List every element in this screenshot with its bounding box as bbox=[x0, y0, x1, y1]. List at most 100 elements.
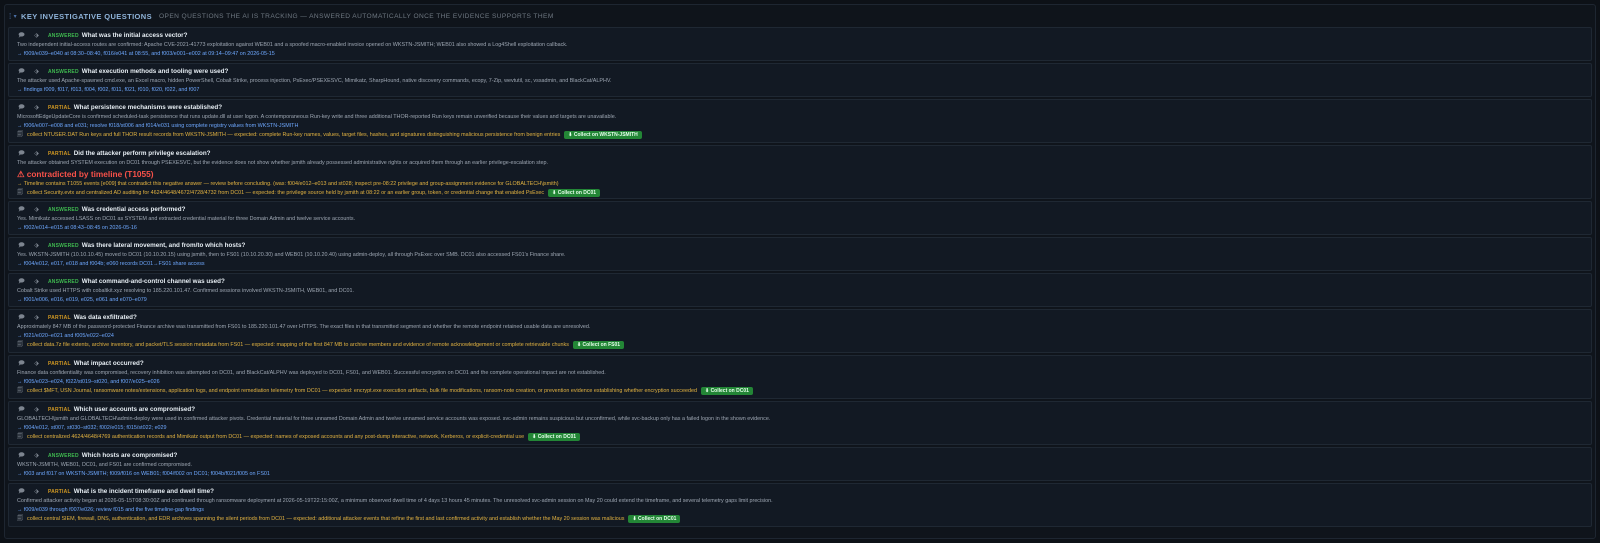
comment-icon[interactable]: 🗩 bbox=[17, 278, 26, 287]
answer-text: Confirmed attacker activity began at 202… bbox=[17, 498, 773, 504]
question-text: Was credential access performed? bbox=[81, 205, 186, 213]
status-badge: ANSWERED bbox=[48, 32, 79, 39]
clipboard-icon: 🗐 bbox=[17, 342, 23, 349]
question-card: 🗩 ⬗ PARTIAL What persistence mechanisms wer… bbox=[8, 99, 1592, 143]
tag-icon[interactable]: ⬗ bbox=[32, 488, 41, 497]
evidence-refs-link[interactable]: → f003 and f017 on WKSTN-JSMITH; f009/f0… bbox=[17, 470, 1583, 479]
evidence-refs-link[interactable]: → f001/e006, e016, e019, e025, e061 and … bbox=[17, 296, 1583, 305]
evidence-refs-link[interactable]: → f021/e020–e021 and f005/e022–e024 bbox=[17, 332, 1583, 341]
comment-icon[interactable]: 🗩 bbox=[17, 206, 26, 215]
comment-icon[interactable]: 🗩 bbox=[17, 314, 26, 323]
question-card: 🗩 ⬗ PARTIAL What impact occurred? Finance da… bbox=[8, 355, 1592, 399]
status-badge: ANSWERED bbox=[48, 278, 79, 285]
answer-text: The attacker obtained SYSTEM execution o… bbox=[17, 160, 548, 166]
tag-icon[interactable]: ⬗ bbox=[32, 150, 41, 159]
question-card: 🗩 ⬗ PARTIAL Which user accounts are comprom… bbox=[8, 401, 1592, 445]
collect-line: 🗐 collect NTUSER.DAT Run keys and full TH… bbox=[17, 130, 1583, 140]
collect-button[interactable]: ⬇ Collect on DC01 bbox=[528, 433, 581, 442]
question-line: 🗩 ⬗ ANSWERED What was the initial access ve… bbox=[17, 31, 1583, 41]
question-text: What command-and-control channel was use… bbox=[81, 277, 225, 285]
tag-icon[interactable]: ⬗ bbox=[32, 452, 41, 461]
question-text: Was data exfiltrated? bbox=[73, 313, 137, 321]
collect-button[interactable]: ⬇ Collect on DC01 bbox=[700, 387, 753, 396]
tag-icon[interactable]: ⬗ bbox=[32, 32, 41, 41]
question-card: 🗩 ⬗ ANSWERED What command-and-control chann… bbox=[8, 273, 1592, 307]
collect-text: collect central SIEM, firewall, DNS, aut… bbox=[27, 516, 625, 523]
tag-icon[interactable]: ⬗ bbox=[32, 104, 41, 113]
question-text: Did the attacker perform privilege escal… bbox=[73, 149, 211, 157]
status-badge: ANSWERED bbox=[48, 206, 79, 213]
evidence-refs-link[interactable]: → f009/e039–e040 at 08:30–08:40, f016/e0… bbox=[17, 50, 1583, 59]
tag-icon[interactable]: ⬗ bbox=[32, 278, 41, 287]
collect-text: collect data.7z file extents, archive in… bbox=[27, 342, 569, 349]
question-line: 🗩 ⬗ PARTIAL Did the attacker perform privil… bbox=[17, 149, 1583, 159]
question-text: What persistence mechanisms were establi… bbox=[73, 103, 223, 111]
comment-icon[interactable]: 🗩 bbox=[17, 406, 26, 415]
collect-button[interactable]: ⬇ Collect on DC01 bbox=[628, 515, 681, 524]
question-line: 🗩 ⬗ ANSWERED Was credential access performe… bbox=[17, 205, 1583, 215]
question-line: 🗩 ⬗ PARTIAL Which user accounts are comprom… bbox=[17, 405, 1583, 415]
status-badge: PARTIAL bbox=[48, 104, 71, 111]
panel-header[interactable]: ⁞ ▾ KEY INVESTIGATIVE QUESTIONS OPEN QUE… bbox=[5, 5, 1595, 27]
status-badge: PARTIAL bbox=[48, 488, 71, 495]
evidence-refs-link[interactable]: → f005/e023–e024, f022/st019–st020, and … bbox=[17, 378, 1583, 387]
evidence-refs-link[interactable]: → f009/e039 through f007/e026; review f0… bbox=[17, 506, 1583, 515]
evidence-refs-link[interactable]: → f006/e007–e008 and e031; resolve f018/… bbox=[17, 122, 1583, 131]
evidence-refs-link[interactable]: → f004/e012, st007, st030–st032; f002/e0… bbox=[17, 424, 1583, 433]
comment-icon[interactable]: 🗩 bbox=[17, 452, 26, 461]
answer-text: Two independent initial-access routes ar… bbox=[17, 42, 568, 48]
tag-icon[interactable]: ⬗ bbox=[32, 314, 41, 323]
answer-text: GLOBALTECH\jsmith and GLOBALTECH\admin-d… bbox=[17, 416, 771, 422]
status-badge: ANSWERED bbox=[48, 242, 79, 249]
tag-icon[interactable]: ⬗ bbox=[32, 206, 41, 215]
question-text: What impact occurred? bbox=[73, 359, 144, 367]
comment-icon[interactable]: 🗩 bbox=[17, 360, 26, 369]
evidence-refs-link[interactable]: → findings f009, f017, f013, f004, f002,… bbox=[17, 86, 1583, 95]
contradiction-detail[interactable]: → Timeline contains T1055 events [e009] … bbox=[17, 180, 1583, 189]
question-text: What is the incident timeframe and dwell… bbox=[73, 487, 215, 495]
question-card: 🗩 ⬗ ANSWERED Which hosts are compromised? WK… bbox=[8, 447, 1592, 481]
question-card: 🗩 ⬗ ANSWERED What was the initial access ve… bbox=[8, 27, 1592, 61]
drag-grip-icon[interactable]: ⁞ bbox=[9, 12, 12, 21]
question-line: 🗩 ⬗ PARTIAL What is the incident timeframe … bbox=[17, 487, 1583, 497]
clipboard-icon: 🗐 bbox=[17, 516, 23, 523]
question-text: What execution methods and tooling were … bbox=[81, 67, 229, 75]
comment-icon[interactable]: 🗩 bbox=[17, 32, 26, 41]
comment-icon[interactable]: 🗩 bbox=[17, 150, 26, 159]
collect-text: collect centralized 4624/4648/4769 authe… bbox=[27, 434, 525, 441]
question-text: Which hosts are compromised? bbox=[81, 451, 178, 459]
collect-text: collect Security.evtx and centralized AD… bbox=[27, 190, 545, 197]
collect-button[interactable]: ⬇ Collect on DC01 bbox=[548, 189, 601, 198]
question-text: Which user accounts are compromised? bbox=[73, 405, 196, 413]
question-line: 🗩 ⬗ ANSWERED Which hosts are compromised? bbox=[17, 451, 1583, 461]
question-text: Was there lateral movement, and from/to … bbox=[81, 241, 246, 249]
collect-line: 🗐 collect centralized 4624/4648/4769 auth… bbox=[17, 432, 1583, 442]
status-badge: ANSWERED bbox=[48, 452, 79, 459]
collect-button[interactable]: ⬇ Collect on WKSTN-JSMITH bbox=[564, 131, 642, 140]
status-badge: ANSWERED bbox=[48, 68, 79, 75]
comment-icon[interactable]: 🗩 bbox=[17, 242, 26, 251]
tag-icon[interactable]: ⬗ bbox=[32, 406, 41, 415]
question-text: What was the initial access vector? bbox=[81, 31, 188, 39]
answer-text: Yes. Mimikatz accessed LSASS on DC01 as … bbox=[17, 216, 356, 222]
question-card: 🗩 ⬗ PARTIAL What is the incident timeframe … bbox=[8, 483, 1592, 527]
question-card: 🗩 ⬗ ANSWERED Was there lateral movement, an… bbox=[8, 237, 1592, 271]
evidence-refs-link[interactable]: → f002/e014–e015 at 08:43–08:45 on 2026-… bbox=[17, 224, 1583, 233]
answer-text: The attacker used Apache-spawned cmd.exe… bbox=[17, 78, 612, 84]
collect-text: collect $MFT, USN Journal, ransomware no… bbox=[27, 388, 697, 395]
status-badge: PARTIAL bbox=[48, 314, 71, 321]
key-questions-panel: ⁞ ▾ KEY INVESTIGATIVE QUESTIONS OPEN QUE… bbox=[4, 4, 1596, 539]
comment-icon[interactable]: 🗩 bbox=[17, 488, 26, 497]
evidence-refs-link[interactable]: → f004/e012, e017, e018 and f004b; e060 … bbox=[17, 260, 1583, 269]
collect-button[interactable]: ⬇ Collect on FS01 bbox=[572, 341, 625, 350]
tag-icon[interactable]: ⬗ bbox=[32, 360, 41, 369]
tag-icon[interactable]: ⬗ bbox=[32, 68, 41, 77]
caret-down-icon[interactable]: ▾ bbox=[14, 13, 17, 20]
question-line: 🗩 ⬗ PARTIAL What persistence mechanisms wer… bbox=[17, 103, 1583, 113]
comment-icon[interactable]: 🗩 bbox=[17, 68, 26, 77]
comment-icon[interactable]: 🗩 bbox=[17, 104, 26, 113]
tag-icon[interactable]: ⬗ bbox=[32, 242, 41, 251]
status-badge: PARTIAL bbox=[48, 150, 71, 157]
answer-text: WKSTN-JSMITH, WEB01, DC01, and FS01 are … bbox=[17, 462, 192, 468]
answer-text: MicrosoftEdgeUpdateCore is confirmed sch… bbox=[17, 114, 617, 120]
